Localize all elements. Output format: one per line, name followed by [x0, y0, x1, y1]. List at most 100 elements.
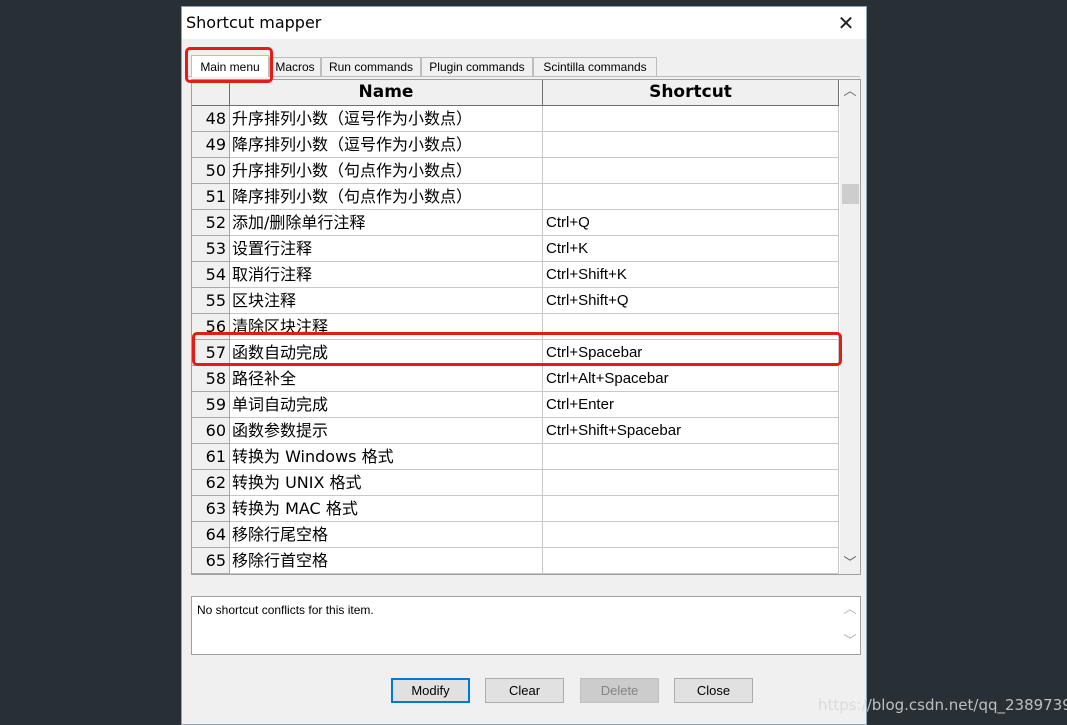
- table-row[interactable]: 56 清除区块注释: [192, 314, 839, 340]
- row-number: 63: [192, 496, 230, 522]
- scroll-up-icon[interactable]: ︿: [841, 600, 859, 620]
- table-row[interactable]: 58 路径补全 Ctrl+Alt+Spacebar: [192, 366, 839, 392]
- table-row[interactable]: 49 降序排列小数（逗号作为小数点）: [192, 132, 839, 158]
- shortcut-value: [543, 314, 839, 340]
- table-row[interactable]: 62 转换为 UNIX 格式: [192, 470, 839, 496]
- table-row[interactable]: 50 升序排列小数（句点作为小数点）: [192, 158, 839, 184]
- shortcut-value: Ctrl+Spacebar: [543, 340, 839, 366]
- tab-run-commands[interactable]: Run commands: [321, 57, 421, 76]
- command-name: 取消行注释: [230, 262, 543, 288]
- shortcut-value: [543, 470, 839, 496]
- table-row[interactable]: 63 转换为 MAC 格式: [192, 496, 839, 522]
- row-number: 65: [192, 548, 230, 574]
- shortcut-value: Ctrl+Alt+Spacebar: [543, 366, 839, 392]
- command-name: 设置行注释: [230, 236, 543, 262]
- command-name: 移除行首空格: [230, 548, 543, 574]
- row-number: 57: [192, 340, 230, 366]
- table-row[interactable]: 48 升序排列小数（逗号作为小数点）: [192, 106, 839, 132]
- table-row[interactable]: 64 移除行尾空格: [192, 522, 839, 548]
- command-name: 升序排列小数（逗号作为小数点）: [230, 106, 543, 132]
- table-row[interactable]: 51 降序排列小数（句点作为小数点）: [192, 184, 839, 210]
- row-number: 52: [192, 210, 230, 236]
- shortcut-value: [543, 444, 839, 470]
- shortcut-value: Ctrl+Shift+Q: [543, 288, 839, 314]
- tab-plugin-commands[interactable]: Plugin commands: [421, 57, 533, 76]
- header-name[interactable]: Name: [230, 80, 543, 106]
- shortcut-value: [543, 158, 839, 184]
- table-row[interactable]: 52 添加/删除单行注释 Ctrl+Q: [192, 210, 839, 236]
- dialog-title: Shortcut mapper: [186, 13, 322, 32]
- shortcut-value: [543, 184, 839, 210]
- scroll-up-icon[interactable]: ︿: [840, 82, 860, 102]
- shortcut-value: [543, 522, 839, 548]
- command-name: 转换为 UNIX 格式: [230, 470, 543, 496]
- conflict-info-box: No shortcut conflicts for this item. ︿ ﹀: [191, 596, 861, 655]
- table-row[interactable]: 60 函数参数提示 Ctrl+Shift+Spacebar: [192, 418, 839, 444]
- command-name: 区块注释: [230, 288, 543, 314]
- table-row[interactable]: 61 转换为 Windows 格式: [192, 444, 839, 470]
- row-number: 51: [192, 184, 230, 210]
- shortcut-value: [543, 106, 839, 132]
- row-number: 60: [192, 418, 230, 444]
- command-name: 降序排列小数（逗号作为小数点）: [230, 132, 543, 158]
- row-number: 56: [192, 314, 230, 340]
- shortcut-value: [543, 132, 839, 158]
- command-name: 转换为 MAC 格式: [230, 496, 543, 522]
- title-bar: Shortcut mapper ✕: [182, 7, 866, 39]
- row-number: 55: [192, 288, 230, 314]
- shortcut-value: Ctrl+K: [543, 236, 839, 262]
- table-row[interactable]: 57 函数自动完成 Ctrl+Spacebar: [192, 340, 839, 366]
- shortcut-value: [543, 548, 839, 574]
- clear-button[interactable]: Clear: [485, 678, 564, 703]
- tab-divider: [187, 76, 860, 77]
- watermark: https://blog.csdn.net/qq_23897391: [818, 696, 1067, 714]
- command-name: 升序排列小数（句点作为小数点）: [230, 158, 543, 184]
- conflict-info-text: No shortcut conflicts for this item.: [197, 603, 374, 617]
- command-name: 函数自动完成: [230, 340, 543, 366]
- row-number: 64: [192, 522, 230, 548]
- header-index: [192, 80, 230, 106]
- table-row[interactable]: 59 单词自动完成 Ctrl+Enter: [192, 392, 839, 418]
- close-icon[interactable]: ✕: [834, 11, 858, 35]
- close-button[interactable]: Close: [674, 678, 753, 703]
- tab-main-menu[interactable]: Main menu: [191, 55, 269, 77]
- command-name: 转换为 Windows 格式: [230, 444, 543, 470]
- row-number: 53: [192, 236, 230, 262]
- table-row[interactable]: 55 区块注释 Ctrl+Shift+Q: [192, 288, 839, 314]
- row-number: 50: [192, 158, 230, 184]
- tab-macros[interactable]: Macros: [269, 57, 321, 76]
- command-name: 添加/删除单行注释: [230, 210, 543, 236]
- shortcut-value: Ctrl+Q: [543, 210, 839, 236]
- row-number: 54: [192, 262, 230, 288]
- table-row[interactable]: 53 设置行注释 Ctrl+K: [192, 236, 839, 262]
- tab-scintilla-commands[interactable]: Scintilla commands: [533, 57, 657, 76]
- row-number: 59: [192, 392, 230, 418]
- command-name: 降序排列小数（句点作为小数点）: [230, 184, 543, 210]
- command-name: 移除行尾空格: [230, 522, 543, 548]
- row-number: 62: [192, 470, 230, 496]
- row-number: 48: [192, 106, 230, 132]
- shortcut-value: Ctrl+Shift+K: [543, 262, 839, 288]
- row-number: 61: [192, 444, 230, 470]
- scroll-down-icon[interactable]: ﹀: [841, 632, 859, 652]
- table-row[interactable]: 65 移除行首空格: [192, 548, 839, 574]
- command-name: 清除区块注释: [230, 314, 543, 340]
- grid-scrollbar[interactable]: ︿ ﹀: [840, 80, 860, 574]
- row-number: 58: [192, 366, 230, 392]
- table-row[interactable]: 54 取消行注释 Ctrl+Shift+K: [192, 262, 839, 288]
- delete-button: Delete: [580, 678, 659, 703]
- header-shortcut[interactable]: Shortcut: [543, 80, 839, 106]
- command-name: 路径补全: [230, 366, 543, 392]
- scroll-down-icon[interactable]: ﹀: [840, 554, 860, 574]
- row-number: 49: [192, 132, 230, 158]
- shortcut-value: Ctrl+Enter: [543, 392, 839, 418]
- modify-button[interactable]: Modify: [391, 678, 470, 703]
- conflict-scrollbar[interactable]: ︿ ﹀: [841, 598, 859, 653]
- shortcut-mapper-dialog: Shortcut mapper ✕ Main menu Macros Run c…: [181, 6, 867, 725]
- shortcut-grid[interactable]: Name Shortcut 48 升序排列小数（逗号作为小数点） 49 降序排列…: [191, 79, 861, 575]
- scrollbar-thumb[interactable]: [842, 184, 859, 204]
- command-name: 单词自动完成: [230, 392, 543, 418]
- shortcut-value: [543, 496, 839, 522]
- command-name: 函数参数提示: [230, 418, 543, 444]
- tab-strip: Main menu Macros Run commands Plugin com…: [187, 55, 857, 77]
